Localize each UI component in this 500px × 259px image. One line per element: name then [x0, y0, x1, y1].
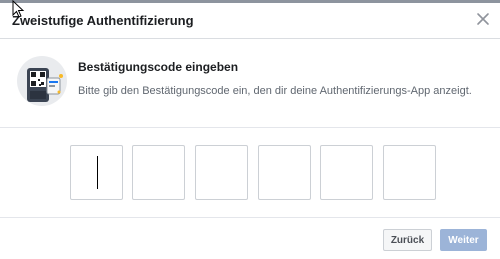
code-digit-input[interactable] — [320, 145, 373, 200]
section-heading: Bestätigungscode eingeben — [78, 60, 239, 74]
code-input-row — [0, 128, 500, 218]
text-caret — [97, 156, 98, 189]
code-digit-input[interactable] — [383, 145, 436, 200]
qr-phone-illustration-icon — [17, 56, 67, 106]
code-digit-input[interactable] — [70, 145, 123, 200]
section-description: Bitte gib den Bestätigungscode ein, den … — [78, 85, 472, 97]
info-section: Bestätigungscode eingeben Bitte gib den … — [0, 40, 500, 128]
dialog-footer: Zurück Weiter — [0, 218, 500, 259]
dialog-header: Zweistufige Authentifizierung — [0, 3, 500, 39]
code-digit-input[interactable] — [195, 145, 248, 200]
mouse-pointer-icon — [12, 0, 26, 20]
next-button[interactable]: Weiter — [440, 229, 487, 251]
dialog-title: Zweistufige Authentifizierung — [12, 13, 194, 28]
close-icon[interactable] — [474, 10, 492, 28]
code-digit-input[interactable] — [258, 145, 311, 200]
back-button[interactable]: Zurück — [383, 229, 432, 251]
code-digit-input[interactable] — [132, 145, 185, 200]
